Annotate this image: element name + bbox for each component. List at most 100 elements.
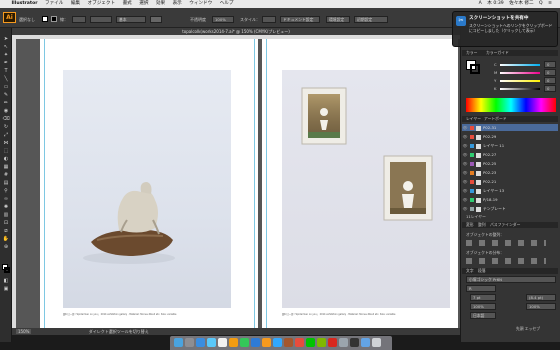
language-dropdown[interactable]: 日本語: [470, 312, 496, 319]
folder-dock-icon[interactable]: [361, 338, 370, 347]
magic-wand-tool-icon[interactable]: ✦: [2, 52, 10, 58]
gradient-tool-icon[interactable]: ▤: [2, 180, 10, 186]
tab-align[interactable]: 整列: [478, 222, 486, 228]
free-transform-tool-icon[interactable]: ⬚: [2, 148, 10, 154]
preview-dock-icon[interactable]: [339, 338, 348, 347]
fill-swatch[interactable]: [42, 16, 48, 22]
channel-c-slider[interactable]: [500, 64, 540, 66]
artboard-tool-icon[interactable]: ⊡: [2, 220, 10, 226]
photos-dock-icon[interactable]: [229, 338, 238, 347]
visibility-eye-icon[interactable]: 👁: [462, 142, 468, 149]
eyedropper-tool-icon[interactable]: ⚲: [2, 188, 10, 194]
visibility-eye-icon[interactable]: 👁: [462, 160, 468, 167]
chrome-dock-icon[interactable]: [295, 338, 304, 347]
layer-row[interactable]: 👁 テンプレート: [462, 205, 558, 212]
channel-y-slider[interactable]: [500, 80, 540, 82]
color-spectrum[interactable]: [466, 98, 556, 112]
input-source-icon[interactable]: A: [479, 0, 482, 8]
visibility-eye-icon[interactable]: 👁: [462, 187, 468, 194]
clock[interactable]: 木 0:39: [487, 0, 503, 8]
ai-dock-icon[interactable]: [262, 338, 271, 347]
variable-width-dropdown[interactable]: [90, 16, 112, 23]
visibility-eye-icon[interactable]: 👁: [462, 124, 468, 131]
color-stroke-swatch[interactable]: [470, 64, 480, 74]
pencil-tool-icon[interactable]: ✏: [2, 100, 10, 106]
rotate-tool-icon[interactable]: ↻: [2, 124, 10, 130]
channel-c-field[interactable]: 0: [544, 61, 556, 68]
layer-row[interactable]: 👁 P02-21: [462, 178, 558, 185]
hand-tool-icon[interactable]: ✋: [2, 236, 10, 242]
paintbrush-tool-icon[interactable]: ✎: [2, 92, 10, 98]
notification-center-icon[interactable]: ≡: [548, 0, 552, 8]
layer-row[interactable]: 👁 P02-31: [462, 124, 558, 131]
visibility-eye-icon[interactable]: 👁: [462, 196, 468, 203]
pen-tool-icon[interactable]: ✒: [2, 60, 10, 66]
tab-pathfinder[interactable]: パスファインダー: [490, 222, 520, 228]
tab-transform[interactable]: 変形: [466, 222, 474, 228]
scale-tool-icon[interactable]: ⤢: [2, 132, 10, 138]
opacity-field[interactable]: 100%: [212, 16, 234, 23]
symbol-sprayer-tool-icon[interactable]: ✺: [2, 204, 10, 210]
tab-artboards[interactable]: アートボード: [484, 116, 507, 122]
graph-tool-icon[interactable]: ▥: [2, 212, 10, 218]
layer-row[interactable]: 👁 P02-25: [462, 160, 558, 167]
graphic-style-swatch[interactable]: [150, 16, 162, 23]
tab-paragraph[interactable]: 段落: [478, 268, 486, 274]
mesh-tool-icon[interactable]: #: [2, 172, 10, 178]
zoom-level-field[interactable]: 150%: [16, 329, 32, 334]
layer-row[interactable]: 👁 P02-27: [462, 151, 558, 158]
vertical-scale-field[interactable]: 100%: [470, 303, 496, 310]
type-tool-icon[interactable]: T: [2, 68, 10, 74]
style-dropdown[interactable]: [262, 16, 276, 23]
tab-layers[interactable]: レイヤー: [466, 116, 481, 122]
drawing-mode-icon[interactable]: ◧: [2, 278, 10, 284]
layer-row[interactable]: 👁 P02-29: [462, 133, 558, 140]
blob-brush-tool-icon[interactable]: ◉: [2, 108, 10, 114]
channel-k-slider[interactable]: [500, 88, 540, 90]
direct-selection-tool-icon[interactable]: ↖: [2, 44, 10, 50]
acrobat-dock-icon[interactable]: [328, 338, 337, 347]
eraser-tool-icon[interactable]: ⌫: [2, 116, 10, 122]
brush-preset-dropdown[interactable]: 基本: [116, 16, 146, 23]
slice-tool-icon[interactable]: ⧄: [2, 228, 10, 234]
menu-help[interactable]: ヘルプ: [220, 0, 234, 8]
tab-character[interactable]: 文字: [466, 268, 474, 274]
user-name[interactable]: 佐々木 修二: [509, 0, 533, 8]
visibility-eye-icon[interactable]: 👁: [462, 205, 468, 212]
font-size-field[interactable]: 7 pt: [470, 294, 496, 301]
line-tool-icon[interactable]: ╲: [2, 76, 10, 82]
tool-stroke-swatch[interactable]: [4, 267, 10, 273]
evernote-dock-icon[interactable]: [317, 338, 326, 347]
channel-m-field[interactable]: 0: [544, 69, 556, 76]
distribute-buttons[interactable]: [466, 258, 546, 264]
mail-dock-icon[interactable]: [207, 338, 216, 347]
rectangle-tool-icon[interactable]: ▭: [2, 84, 10, 90]
sculpture-photo-left[interactable]: [63, 70, 231, 308]
font-family-dropdown[interactable]: 小塚ゴシック Pr6N: [466, 276, 556, 283]
layer-row[interactable]: 👁 レイヤー 13: [462, 187, 558, 194]
workspace-dropdown[interactable]: 初期設定: [354, 16, 388, 23]
bridge-dock-icon[interactable]: [284, 338, 293, 347]
spotlight-icon[interactable]: Q: [539, 0, 543, 8]
width-tool-icon[interactable]: ⋈: [2, 140, 10, 146]
stroke-swatch[interactable]: [51, 16, 57, 22]
visibility-eye-icon[interactable]: 👁: [462, 169, 468, 176]
visibility-eye-icon[interactable]: 👁: [462, 178, 468, 185]
leading-field[interactable]: (8.4 pt): [526, 294, 556, 301]
launchpad-dock-icon[interactable]: [185, 338, 194, 347]
menu-object[interactable]: オブジェクト: [88, 0, 116, 8]
visibility-eye-icon[interactable]: 👁: [462, 133, 468, 140]
screenshot-notification[interactable]: ✂ スクリーンショットを共有中 スクリーンショットへのリンクをクリップボードにコ…: [452, 11, 558, 47]
app-menu[interactable]: Illustrator: [11, 0, 37, 8]
line-dock-icon[interactable]: [306, 338, 315, 347]
menu-file[interactable]: ファイル: [45, 0, 63, 8]
safari-dock-icon[interactable]: [196, 338, 205, 347]
tab-color-guide[interactable]: カラーガイド: [486, 50, 509, 56]
perspective-grid-tool-icon[interactable]: ▦: [2, 164, 10, 170]
layer-row[interactable]: 👁 P02-23: [462, 169, 558, 176]
preferences-button[interactable]: 環境設定: [326, 16, 350, 23]
finder-dock-icon[interactable]: [174, 338, 183, 347]
layer-row[interactable]: 👁 P/18-19: [462, 196, 558, 203]
messages-dock-icon[interactable]: [240, 338, 249, 347]
document-tab[interactable]: topalcolk(works2014-7.ai* @ 150% (CMYK/プ…: [12, 28, 460, 35]
